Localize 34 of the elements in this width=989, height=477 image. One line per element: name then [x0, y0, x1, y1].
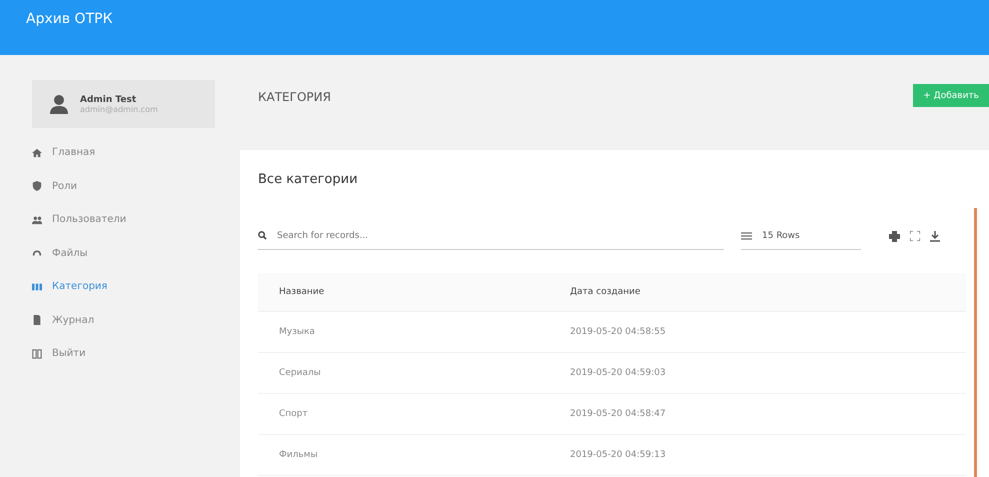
sidebar-item[interactable]: Журнал	[32, 304, 240, 337]
table-cell: 2019-05-20 04:58:55	[549, 312, 966, 352]
table-cell: Фильмы	[258, 434, 549, 476]
download-icon[interactable]	[930, 230, 940, 242]
user-email: admin@admin.com	[80, 104, 158, 114]
sidebar-item[interactable]: Категория	[32, 270, 240, 304]
file-icon	[32, 315, 42, 326]
users-icon	[32, 214, 42, 225]
shield-icon	[32, 181, 42, 192]
columns-icon	[32, 282, 42, 292]
home-icon	[32, 148, 42, 158]
table-cell: Сериалы	[258, 352, 549, 394]
menu-icon	[741, 232, 752, 240]
user-avatar-icon	[50, 94, 68, 114]
add-button[interactable]: + Добавить	[913, 84, 989, 107]
table-cell: 2019-05-20 04:59:03	[549, 352, 966, 394]
fullscreen-icon[interactable]	[910, 230, 920, 240]
table-cell: 2019-05-20 04:58:47	[549, 394, 966, 434]
table-cell: 2019-05-20 04:59:13	[549, 434, 966, 476]
page-title: КАТЕГОРИЯ	[258, 90, 331, 104]
user-name: Admin Test	[80, 94, 138, 104]
search-icon	[258, 231, 267, 240]
column-header: Дата создание	[549, 273, 966, 312]
table-cell: Музыка	[258, 312, 549, 352]
rows-select[interactable]: 15 Rows	[741, 222, 861, 250]
sidebar-item[interactable]: Главная	[32, 136, 240, 170]
app-title: Архив ОТРК	[26, 11, 113, 27]
sidebar-item[interactable]: Роли	[32, 170, 240, 203]
column-header: Название	[258, 273, 549, 312]
sidebar-item[interactable]: Выйти	[32, 337, 240, 370]
sidebar-item[interactable]: Пользователи	[32, 203, 240, 236]
table-cell: Спорт	[258, 394, 549, 434]
sidebar-item[interactable]: Файлы	[32, 236, 240, 270]
panel-title: Все категории	[258, 172, 359, 187]
